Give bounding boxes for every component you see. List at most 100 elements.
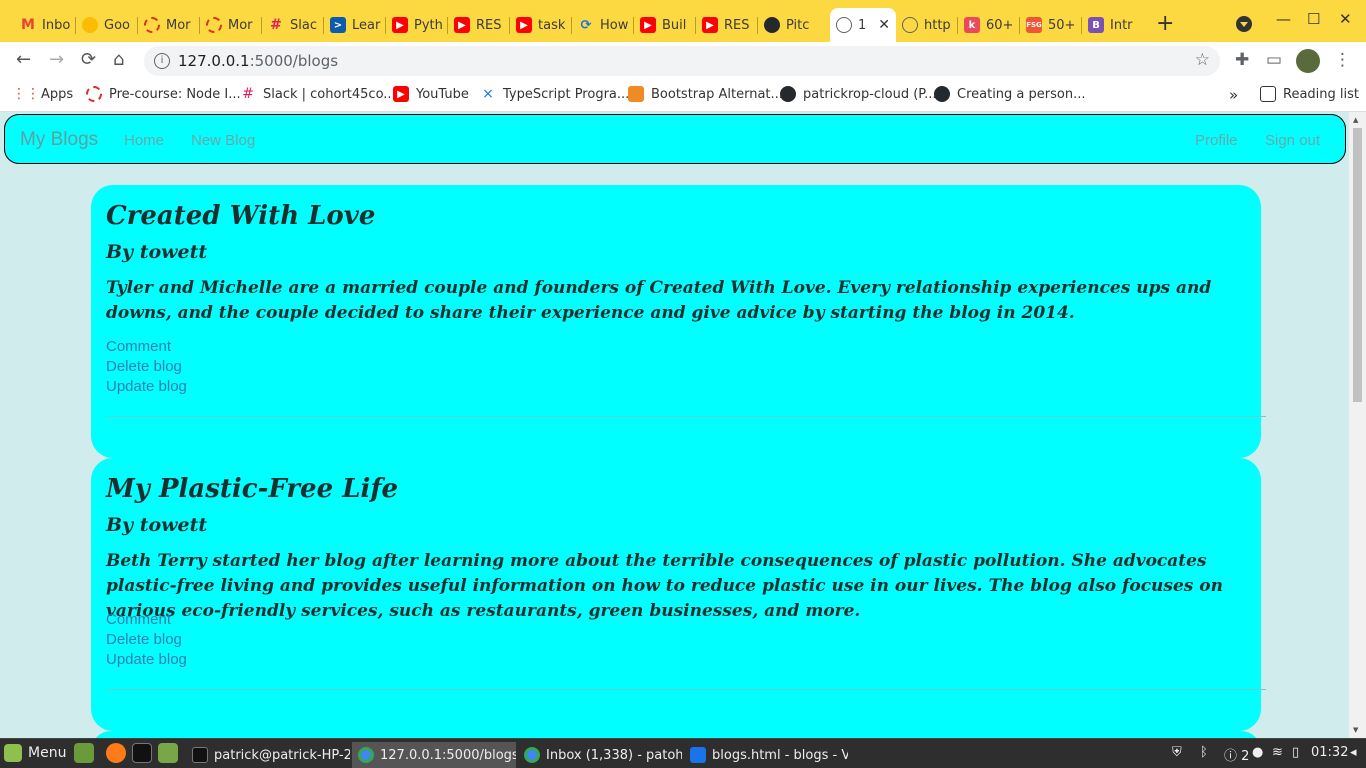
avatar[interactable] bbox=[1296, 49, 1320, 73]
github-icon bbox=[764, 17, 780, 33]
divider bbox=[106, 416, 1266, 417]
taskbar-task[interactable]: blogs.html - blogs - Vi... bbox=[684, 742, 848, 768]
close-tab-icon[interactable]: ✕ bbox=[878, 17, 890, 33]
delete-blog-link[interactable]: Delete blog bbox=[106, 358, 182, 375]
bookmark-item[interactable]: ⨯ TypeScript Progra... bbox=[480, 86, 629, 102]
bookmark-item[interactable]: Creating a person... bbox=[934, 86, 1086, 102]
bookmark-item[interactable]: ▶ YouTube bbox=[393, 86, 469, 102]
taskbar-task[interactable]: Inbox (1,338) - patoh... bbox=[518, 742, 682, 768]
close-window-icon[interactable]: ✕ bbox=[1339, 10, 1352, 28]
home-icon[interactable]: ⌂ bbox=[113, 50, 124, 70]
url-text[interactable]: 127.0.0.1:5000/blogs bbox=[178, 52, 338, 70]
browser-tab[interactable]: ▶ task bbox=[510, 8, 572, 42]
scroll-down-icon[interactable]: ▼ bbox=[1353, 726, 1358, 734]
slack-icon: # bbox=[242, 86, 254, 102]
reading-list-button[interactable]: Reading list bbox=[1260, 86, 1359, 102]
browser-tab-active[interactable]: 1 ✕ bbox=[830, 8, 896, 42]
battery-icon[interactable]: ▯ bbox=[1292, 745, 1299, 760]
bookmarks-overflow-button[interactable]: » bbox=[1229, 86, 1238, 104]
reload-icon[interactable]: ⟳ bbox=[81, 50, 96, 70]
app-navbar: My Blogs Home New Blog Profile Sign out bbox=[4, 114, 1346, 164]
nav-new-blog-link[interactable]: New Blog bbox=[191, 132, 255, 149]
browser-tab[interactable]: Mor bbox=[138, 8, 200, 42]
cast-icon[interactable]: ▭ bbox=[1266, 50, 1282, 70]
browser-tab[interactable]: k 60+ bbox=[958, 8, 1020, 42]
bookmark-apps[interactable]: ⋮⋮ Apps bbox=[12, 86, 73, 102]
bookmark-star-icon[interactable]: ☆ bbox=[1195, 50, 1210, 70]
reading-list-icon bbox=[1260, 86, 1276, 102]
nav-home-link[interactable]: Home bbox=[124, 132, 164, 149]
start-menu-button[interactable]: Menu bbox=[4, 744, 66, 762]
delete-blog-link[interactable]: Delete blog bbox=[106, 631, 182, 648]
browser-tab[interactable]: Goo bbox=[76, 8, 138, 42]
globe-icon bbox=[836, 17, 852, 33]
fsg-icon: FSG bbox=[1026, 17, 1042, 33]
clock[interactable]: 01:32 bbox=[1311, 745, 1348, 760]
browser-tab[interactable]: M Inbo bbox=[14, 8, 76, 42]
site-info-icon[interactable]: i bbox=[154, 53, 170, 69]
notifications-icon[interactable]: ⓘ 2 bbox=[1224, 745, 1249, 764]
more-menu-icon[interactable]: ⋮ bbox=[1334, 50, 1351, 70]
show-desktop-icon[interactable] bbox=[74, 743, 94, 763]
nav-profile-link[interactable]: Profile bbox=[1195, 132, 1238, 149]
browser-tab[interactable]: ▶ Pyth bbox=[386, 8, 448, 42]
ring-icon bbox=[206, 17, 222, 33]
browser-tab[interactable]: # Slac bbox=[262, 8, 324, 42]
youtube-icon: ▶ bbox=[702, 17, 718, 33]
browser-tab[interactable]: B Intr bbox=[1082, 8, 1144, 42]
scroll-up-icon[interactable]: ▲ bbox=[1353, 116, 1358, 124]
update-blog-link[interactable]: Update blog bbox=[106, 378, 187, 395]
k-icon: k bbox=[964, 17, 980, 33]
nav-sign-out-link[interactable]: Sign out bbox=[1265, 132, 1320, 149]
browser-tab[interactable]: ⟳ How bbox=[572, 8, 634, 42]
blog-card: Created With Love By towett Tyler and Mi… bbox=[91, 185, 1266, 458]
wifi-icon[interactable]: ≋ bbox=[1272, 745, 1283, 760]
taskbar-task-active[interactable]: 127.0.0.1:5000/blogs ... bbox=[352, 742, 516, 768]
browser-tab[interactable]: ▶ RES bbox=[696, 8, 758, 42]
blog-title: My Plastic-Free Life bbox=[106, 474, 399, 504]
back-icon[interactable]: ← bbox=[16, 50, 31, 70]
browser-tab[interactable]: ▶ RES bbox=[448, 8, 510, 42]
bookmark-item[interactable]: # Slack | cohort45co... bbox=[240, 86, 396, 102]
terminal-icon bbox=[192, 747, 208, 763]
google-keep-icon bbox=[82, 17, 98, 33]
user-icon[interactable]: ● bbox=[1252, 745, 1263, 760]
shield-icon[interactable]: ⛨ bbox=[1172, 745, 1182, 760]
github-icon bbox=[780, 86, 796, 102]
address-bar[interactable]: i 127.0.0.1:5000/blogs ☆ bbox=[144, 46, 1220, 76]
chrome-icon bbox=[524, 747, 540, 763]
page-viewport: My Blogs Home New Blog Profile Sign out … bbox=[0, 112, 1350, 738]
extensions-icon[interactable]: ✚ bbox=[1235, 50, 1249, 70]
browser-tab[interactable]: http bbox=[896, 8, 958, 42]
bookmark-item[interactable]: Pre-course: Node I... bbox=[86, 86, 241, 102]
bluetooth-icon[interactable]: ᛒ bbox=[1200, 745, 1208, 760]
terminal-icon[interactable] bbox=[132, 743, 152, 763]
github-icon bbox=[934, 86, 950, 102]
sound-icon[interactable]: ◂ bbox=[1350, 745, 1357, 760]
maximize-icon[interactable]: ☐ bbox=[1307, 10, 1320, 28]
browser-tab[interactable]: ▶ Buil bbox=[634, 8, 696, 42]
scrollbar-thumb[interactable] bbox=[1353, 128, 1362, 402]
update-blog-link[interactable]: Update blog bbox=[106, 651, 187, 668]
comment-link[interactable]: Comment bbox=[106, 611, 171, 628]
taskbar-task[interactable]: patrick@patrick-HP-2... bbox=[186, 742, 350, 768]
files-icon[interactable] bbox=[158, 743, 178, 763]
youtube-icon: ▶ bbox=[454, 17, 470, 33]
browser-tab[interactable]: > Lear bbox=[324, 8, 386, 42]
browser-tab[interactable]: Mor bbox=[200, 8, 262, 42]
brand-link[interactable]: My Blogs bbox=[20, 129, 98, 151]
bookmark-item[interactable]: patrickrop-cloud (P... bbox=[780, 86, 937, 102]
page-scrollbar[interactable]: ▲ ▼ bbox=[1349, 112, 1366, 738]
new-tab-button[interactable]: + bbox=[1156, 13, 1174, 35]
vscode-icon: ⨯ bbox=[482, 86, 494, 102]
minimize-icon[interactable]: — bbox=[1276, 10, 1291, 28]
tab-search-icon[interactable] bbox=[1236, 16, 1252, 32]
firefox-icon[interactable] bbox=[106, 743, 126, 763]
browser-tab[interactable]: Pitc bbox=[758, 8, 830, 42]
blog-body: Tyler and Michelle are a married couple … bbox=[106, 278, 1212, 323]
forward-icon[interactable]: → bbox=[49, 50, 64, 70]
gmail-icon: M bbox=[21, 17, 35, 33]
comment-link[interactable]: Comment bbox=[106, 338, 171, 355]
bookmark-item[interactable]: Bootstrap Alternat... bbox=[628, 86, 783, 102]
browser-tab[interactable]: FSG 50+ bbox=[1020, 8, 1082, 42]
